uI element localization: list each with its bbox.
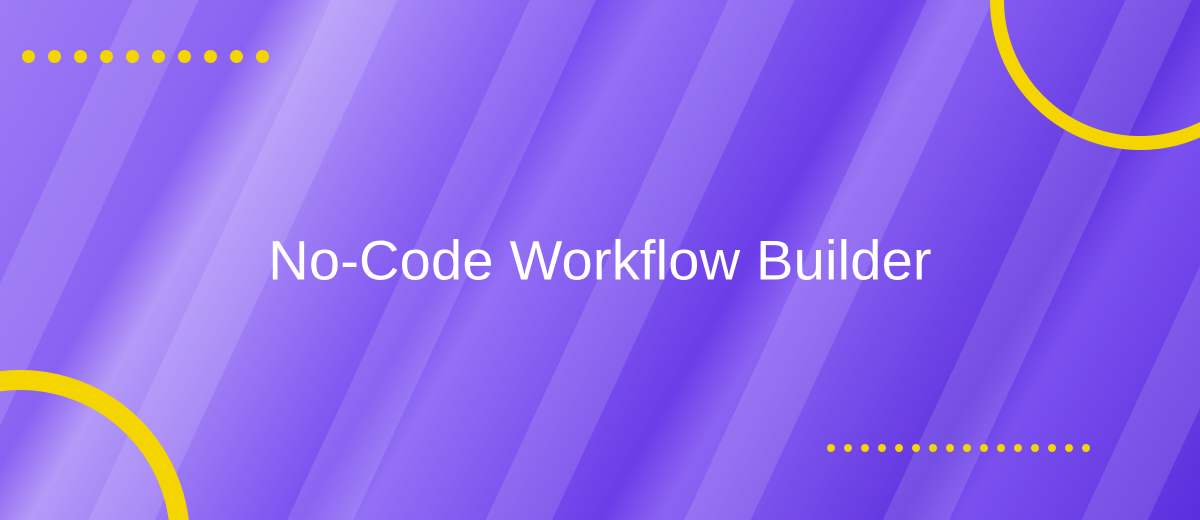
dot-icon bbox=[48, 50, 61, 63]
dot-icon bbox=[827, 444, 835, 452]
dot-icon bbox=[895, 444, 903, 452]
dot-icon bbox=[1014, 444, 1022, 452]
hero-banner: No-Code Workflow Builder bbox=[0, 0, 1200, 520]
dot-icon bbox=[878, 444, 886, 452]
hero-title: No-Code Workflow Builder bbox=[250, 226, 950, 293]
dot-icon bbox=[126, 50, 139, 63]
dot-icon bbox=[1048, 444, 1056, 452]
dots-row-bottom bbox=[827, 444, 1090, 452]
dot-icon bbox=[204, 50, 217, 63]
dots-row-top bbox=[22, 50, 269, 63]
dot-icon bbox=[1065, 444, 1073, 452]
dot-icon bbox=[929, 444, 937, 452]
dot-icon bbox=[997, 444, 1005, 452]
dot-icon bbox=[912, 444, 920, 452]
dot-icon bbox=[844, 444, 852, 452]
dot-icon bbox=[1082, 444, 1090, 452]
dot-icon bbox=[178, 50, 191, 63]
dot-icon bbox=[1031, 444, 1039, 452]
dot-icon bbox=[100, 50, 113, 63]
dot-icon bbox=[946, 444, 954, 452]
dot-icon bbox=[963, 444, 971, 452]
dot-icon bbox=[22, 50, 35, 63]
dot-icon bbox=[980, 444, 988, 452]
dot-icon bbox=[861, 444, 869, 452]
dot-icon bbox=[152, 50, 165, 63]
dot-icon bbox=[230, 50, 243, 63]
dot-icon bbox=[256, 50, 269, 63]
dot-icon bbox=[74, 50, 87, 63]
